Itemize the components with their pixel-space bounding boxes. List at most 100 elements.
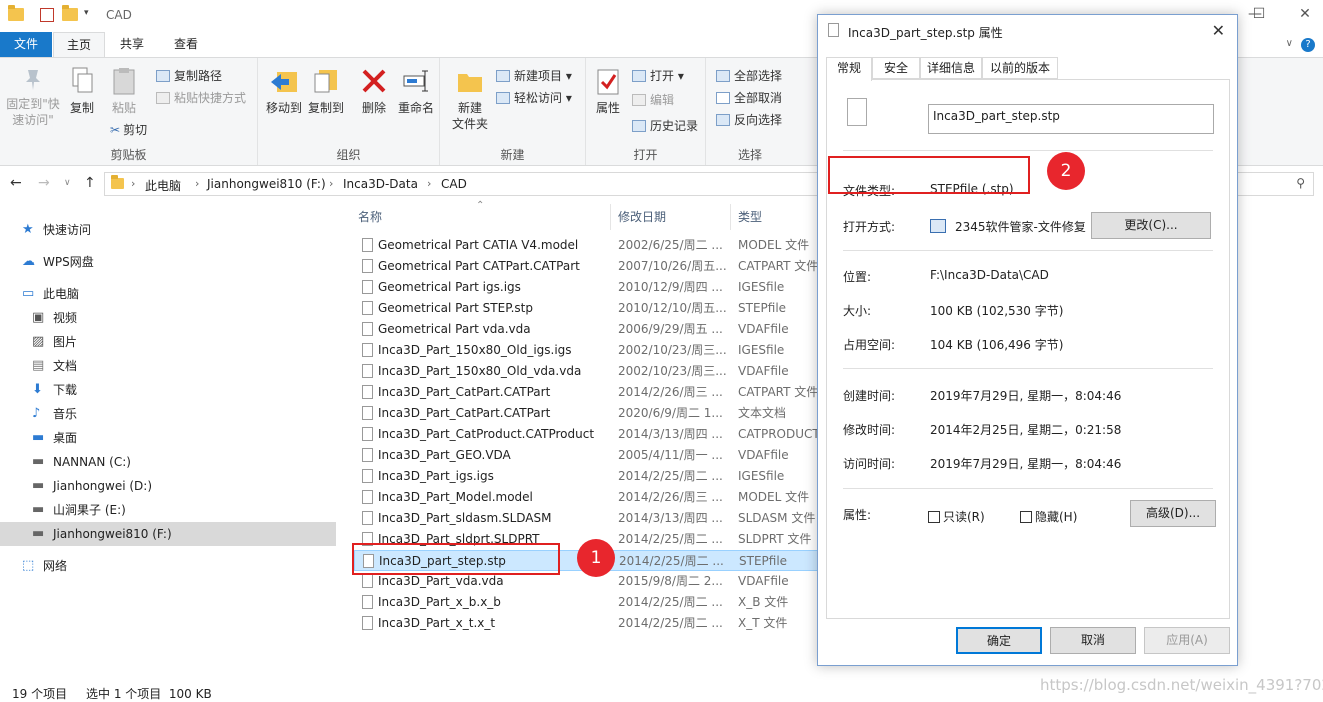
forward-arrow-icon[interactable]: → xyxy=(38,175,50,191)
tab-view[interactable]: 查看 xyxy=(160,32,212,57)
file-row[interactable]: Geometrical Part vda.vda 2006/9/29/周五 ...… xyxy=(354,319,820,340)
sidebar-item-7[interactable]: ♪ 音乐 xyxy=(0,402,336,426)
file-row[interactable]: Inca3D_Part_CatPart.CATPart 2020/6/9/周二 1… xyxy=(354,403,820,424)
tab-previous-versions[interactable]: 以前的版本 xyxy=(982,57,1058,79)
tab-security[interactable]: 安全 xyxy=(872,57,920,79)
cut-button[interactable]: ✂ 剪切 xyxy=(110,120,147,140)
new-folder-button[interactable]: 新建 文件夹 xyxy=(450,66,490,132)
breadcrumb-inca3d-data[interactable]: Inca3D-Data xyxy=(343,177,418,191)
tab-details[interactable]: 详细信息 xyxy=(920,57,982,79)
breadcrumb-cad[interactable]: CAD xyxy=(441,177,467,191)
sidebar-item-label: Jianhongwei810 (F:) xyxy=(53,527,172,541)
filename-field[interactable]: Inca3D_part_step.stp xyxy=(928,104,1214,134)
delete-button[interactable]: 删除 xyxy=(356,66,392,116)
file-row[interactable]: Geometrical Part STEP.stp 2010/12/10/周五..… xyxy=(354,298,820,319)
advanced-button[interactable]: 高级(D)... xyxy=(1130,500,1216,527)
file-icon xyxy=(362,301,373,315)
tab-home[interactable]: 主页 xyxy=(53,32,105,57)
sidebar-item-4[interactable]: ▨ 图片 xyxy=(0,330,336,354)
new-group: 新建 文件夹 新建项目 ▾ 轻松访问 ▾ 新建 xyxy=(440,58,586,165)
file-row[interactable]: Inca3D_Part_x_t.x_t 2014/2/25/周二 ... X_T 文… xyxy=(354,613,820,634)
file-row[interactable]: Inca3D_Part_GEO.VDA 2005/4/11/周一 ... VDAFf… xyxy=(354,445,820,466)
readonly-checkbox[interactable]: 只读(R) xyxy=(928,508,985,525)
sidebar-item-10[interactable]: ▬ Jianhongwei (D:) xyxy=(0,474,336,498)
sidebar-item-6[interactable]: ⬇ 下载 xyxy=(0,378,336,402)
download-icon: ⬇ xyxy=(32,382,43,397)
paste-button[interactable]: 粘贴 xyxy=(104,66,144,116)
properties-check-icon[interactable] xyxy=(40,8,54,22)
file-row[interactable]: Geometrical Part CATIA V4.model 2002/6/25… xyxy=(354,235,820,256)
pin-quick-access-button[interactable]: 固定到"快 速访问" xyxy=(4,66,62,128)
sidebar-item-label: NANNAN (C:) xyxy=(53,455,131,469)
sidebar-item-0[interactable]: ★ 快速访问 xyxy=(0,218,336,242)
open-button[interactable]: 打开 ▾ xyxy=(632,66,684,86)
sidebar-item-8[interactable]: ▬ 桌面 xyxy=(0,426,336,450)
move-to-button[interactable]: 移动到 xyxy=(264,66,304,116)
file-row[interactable]: Inca3D_Part_Model.model 2014/2/26/周三 ... M… xyxy=(354,487,820,508)
file-row[interactable]: Geometrical Part igs.igs 2010/12/9/周四 ...… xyxy=(354,277,820,298)
copy-icon xyxy=(67,66,97,96)
tab-file[interactable]: 文件 xyxy=(0,32,52,57)
file-type: SLDPRT 文件 xyxy=(738,532,812,546)
file-row[interactable]: Inca3D_Part_CatProduct.CATProduct 2014/3/… xyxy=(354,424,820,445)
close-button[interactable]: ✕ xyxy=(1290,6,1320,26)
sidebar-item-5[interactable]: ▤ 文档 xyxy=(0,354,336,378)
sidebar-item-label: 文档 xyxy=(53,359,78,373)
paste-shortcut-button[interactable]: 粘贴快捷方式 xyxy=(156,88,246,108)
file-row[interactable]: Geometrical Part CATPart.CATPart 2007/10/… xyxy=(354,256,820,277)
tab-general[interactable]: 常规 xyxy=(826,57,872,81)
sidebar-item-12[interactable]: ▬ Jianhongwei810 (F:) xyxy=(0,522,336,546)
maximize-button[interactable]: ☐ xyxy=(1244,6,1274,26)
sidebar-item-3[interactable]: ▣ 视频 xyxy=(0,306,336,330)
rename-button[interactable]: 重命名 xyxy=(396,66,436,116)
column-type-header[interactable]: 类型 xyxy=(738,208,762,225)
sidebar-item-9[interactable]: ▬ NANNAN (C:) xyxy=(0,450,336,474)
file-icon xyxy=(362,574,373,588)
large-file-icon xyxy=(847,98,867,126)
back-arrow-icon[interactable]: ← xyxy=(10,175,22,191)
file-row[interactable]: Inca3D_Part_CatPart.CATPart 2014/2/26/周三 … xyxy=(354,382,820,403)
rename-icon xyxy=(401,66,431,96)
new-item-button[interactable]: 新建项目 ▾ xyxy=(496,66,572,86)
properties-button[interactable]: 属性 xyxy=(590,66,626,116)
ok-button[interactable]: 确定 xyxy=(956,627,1042,654)
change-button[interactable]: 更改(C)... xyxy=(1091,212,1211,239)
easy-access-button[interactable]: 轻松访问 ▾ xyxy=(496,88,572,108)
breadcrumb-drive-f[interactable]: Jianhongwei810 (F:) xyxy=(207,177,326,191)
file-row[interactable]: Inca3D_Part_igs.igs 2014/2/25/周二 ... IGESf… xyxy=(354,466,820,487)
breadcrumb-this-pc[interactable]: 此电脑 xyxy=(145,177,181,194)
edit-button[interactable]: 编辑 xyxy=(632,90,674,110)
column-date-header[interactable]: 修改日期 xyxy=(618,208,666,225)
select-none-button[interactable]: 全部取消 xyxy=(716,88,782,108)
select-all-button[interactable]: 全部选择 xyxy=(716,66,782,86)
hidden-checkbox[interactable]: 隐藏(H) xyxy=(1020,508,1077,525)
customize-dropdown-icon[interactable]: ▾ xyxy=(84,8,100,24)
copy-path-button[interactable]: 复制路径 xyxy=(156,66,222,86)
sidebar-item-2[interactable]: ▭ 此电脑 xyxy=(0,282,336,306)
file-row[interactable]: Inca3D_Part_150x80_Old_vda.vda 2002/10/23… xyxy=(354,361,820,382)
column-name-header[interactable]: 名称 xyxy=(358,208,382,225)
dialog-close-icon[interactable]: ✕ xyxy=(1212,21,1225,40)
file-row[interactable]: Inca3D_Part_sldasm.SLDASM 2014/3/13/周四 ..… xyxy=(354,508,820,529)
apply-button[interactable]: 应用(A) xyxy=(1144,627,1230,654)
sidebar-item-11[interactable]: ▬ 山涧果子 (E:) xyxy=(0,498,336,522)
sidebar-item-13[interactable]: ⬚ 网络 xyxy=(0,554,336,578)
copy-to-button[interactable]: 复制到 xyxy=(306,66,346,116)
cancel-button[interactable]: 取消 xyxy=(1050,627,1136,654)
sidebar-item-label: Jianhongwei (D:) xyxy=(53,479,152,493)
search-icon[interactable]: ⚲ xyxy=(1296,176,1305,190)
recent-dropdown-icon[interactable]: ∨ xyxy=(64,178,71,188)
copy-button[interactable]: 复制 xyxy=(64,66,100,116)
properties-icon xyxy=(593,66,623,96)
new-folder-icon[interactable] xyxy=(62,5,78,24)
help-icon[interactable]: ? xyxy=(1301,38,1315,52)
sidebar-item-1[interactable]: ☁ WPS网盘 xyxy=(0,250,336,274)
invert-selection-button[interactable]: 反向选择 xyxy=(716,110,782,130)
file-row[interactable]: Inca3D_Part_x_b.x_b 2014/2/25/周二 ... X_B 文… xyxy=(354,592,820,613)
file-row[interactable]: Inca3D_Part_150x80_Old_igs.igs 2002/10/23… xyxy=(354,340,820,361)
up-arrow-icon[interactable]: ↑ xyxy=(84,175,96,191)
file-icon xyxy=(362,385,373,399)
collapse-ribbon-icon[interactable]: ∨ xyxy=(1286,38,1293,49)
history-button[interactable]: 历史记录 xyxy=(632,116,698,136)
tab-share[interactable]: 共享 xyxy=(106,32,158,57)
